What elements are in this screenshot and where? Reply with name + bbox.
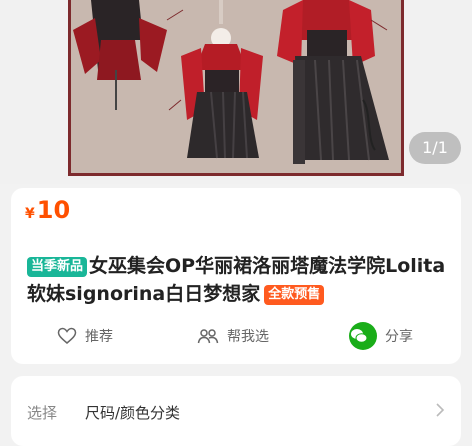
- presale-badge: 全款预售: [264, 285, 325, 305]
- help-choose-label: 帮我选: [227, 329, 269, 345]
- middle-outfit-figure: [181, 0, 263, 159]
- product-actions: 推荐 帮我选 分享: [11, 320, 461, 352]
- select-label: 选择: [27, 404, 58, 422]
- chevron-right-icon: [436, 403, 445, 417]
- select-value: 尺码/颜色分类: [85, 404, 181, 422]
- price-currency: ¥: [25, 206, 35, 222]
- help-choose-button[interactable]: 帮我选: [197, 320, 269, 352]
- product-info-card: ¥ 10 当季新品 女巫集会OP华丽裙洛丽塔魔法学院Lolita软妹signori…: [11, 188, 461, 364]
- outfit-illustration: [73, 0, 389, 164]
- share-button[interactable]: 分享: [349, 320, 413, 352]
- product-title: 当季新品 女巫集会OP华丽裙洛丽塔魔法学院Lolita软妹signorina白日梦…: [27, 252, 447, 308]
- recommend-label: 推荐: [85, 329, 113, 345]
- product-image[interactable]: [68, 0, 404, 176]
- left-outfit-figure: [73, 0, 167, 110]
- product-price: ¥ 10: [25, 196, 70, 224]
- new-season-badge: 当季新品: [27, 257, 88, 277]
- recommend-button[interactable]: 推荐: [57, 320, 113, 352]
- price-value: 10: [36, 196, 71, 224]
- right-outfit-figure: [277, 0, 389, 164]
- product-image-gallery[interactable]: 1/1: [0, 0, 472, 184]
- product-title-text: 女巫集会OP华丽裙洛丽塔魔法学院Lolita软妹signorina白日梦想家: [27, 255, 446, 305]
- image-page-indicator: 1/1: [409, 132, 461, 164]
- people-icon: [197, 329, 219, 344]
- wechat-icon: [349, 322, 377, 350]
- sku-select-row[interactable]: 选择 尺码/颜色分类: [11, 376, 461, 446]
- heart-icon: [57, 327, 77, 344]
- share-label: 分享: [385, 329, 413, 345]
